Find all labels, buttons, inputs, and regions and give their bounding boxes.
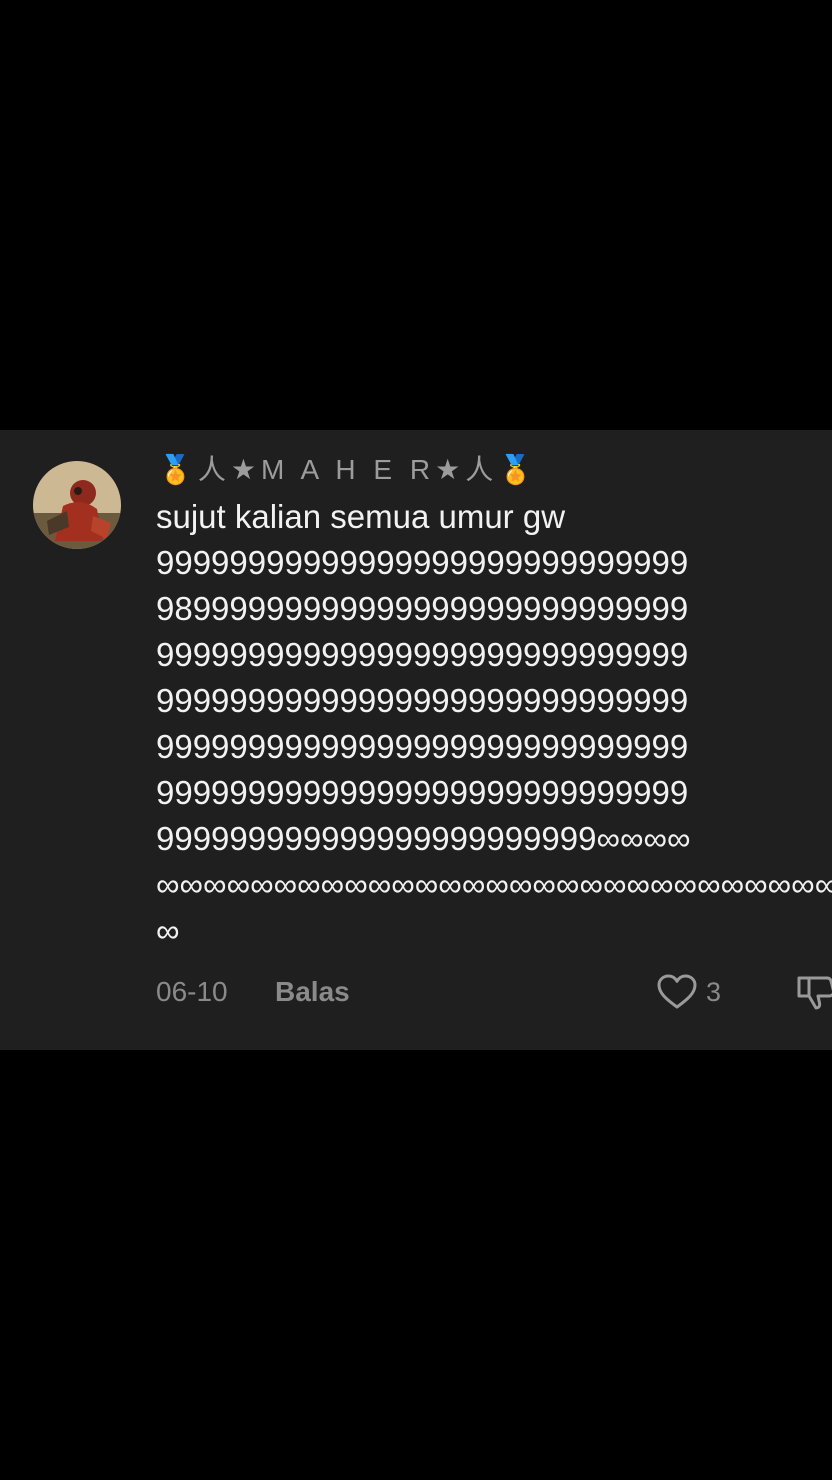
comment-actions-row: 06-10 Balas 3 bbox=[0, 970, 832, 1014]
dislike-button[interactable] bbox=[796, 972, 832, 1012]
avatar[interactable] bbox=[33, 461, 121, 549]
comment-text-line: 99999999999999999999999999999 bbox=[156, 544, 689, 581]
like-button[interactable]: 3 bbox=[656, 970, 721, 1014]
comment-text-line: ∞ bbox=[156, 912, 180, 949]
comment-text-line: 99999999999999999999999999999 bbox=[156, 728, 689, 765]
comment-text-line: 99999999999999999999999999999 bbox=[156, 682, 689, 719]
like-count: 3 bbox=[706, 977, 722, 1007]
reply-button[interactable]: Balas bbox=[275, 970, 350, 1014]
comment-body: sujut kalian semua umur gw 9999999999999… bbox=[156, 494, 832, 954]
comment-text-line: sujut kalian semua umur gw bbox=[156, 498, 566, 535]
avatar-photo-icon bbox=[33, 461, 121, 549]
comment-date: 06-10 bbox=[156, 976, 228, 1007]
comment-text-line: 98999999999999999999999999999 bbox=[156, 590, 689, 627]
comment-text-line: 99999999999999999999999999999 bbox=[156, 774, 689, 811]
comment-text-line: ∞∞∞∞∞∞∞∞∞∞∞∞∞∞∞∞∞∞∞∞∞∞∞∞∞∞∞∞∞∞ bbox=[156, 866, 832, 903]
heart-icon bbox=[657, 974, 697, 1009]
bottom-black-area bbox=[0, 1050, 832, 1480]
top-black-area bbox=[0, 0, 832, 430]
comment-text-line: 99999999999999999999999999999 bbox=[156, 636, 689, 673]
comment-text-line: 999999999999999999999999∞∞∞∞ bbox=[156, 820, 691, 857]
comment-username[interactable]: 🏅人★M A H E R★人🏅 bbox=[158, 450, 538, 490]
comment-card: 🏅人★M A H E R★人🏅 sujut kalian semua umur … bbox=[0, 430, 832, 1050]
thumbs-down-icon bbox=[797, 976, 832, 1010]
